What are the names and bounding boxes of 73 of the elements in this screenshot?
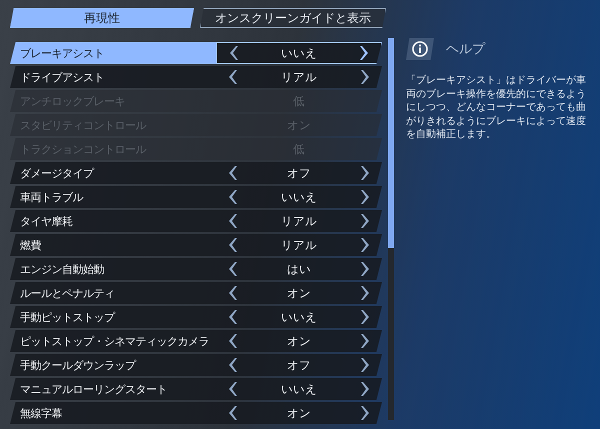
chevron-left-icon[interactable]	[228, 166, 237, 180]
chevron-left-icon[interactable]	[228, 310, 237, 324]
setting-value: リアル	[281, 238, 317, 252]
chevron-left-icon[interactable]	[228, 382, 237, 396]
setting-label: マニュアルローリングスタート	[19, 382, 168, 398]
setting-row[interactable]: 手動クールダウンラップ オフ	[10, 354, 382, 376]
setting-label: 車両トラブル	[19, 190, 84, 206]
setting-label: ダメージタイプ	[19, 166, 96, 182]
chevron-right-icon[interactable]	[360, 46, 369, 60]
setting-value: リアル	[281, 70, 317, 84]
setting-label: タイヤ摩耗	[19, 214, 74, 230]
setting-label: 手動ピットストップ	[19, 310, 116, 326]
chevron-right-icon[interactable]	[361, 358, 370, 372]
chevron-right-icon[interactable]	[361, 406, 370, 420]
setting-label: ルールとペナルティ	[19, 286, 116, 302]
setting-value: オン	[287, 334, 311, 348]
setting-row[interactable]: ブレーキアシスト いいえ	[10, 42, 382, 64]
setting-row[interactable]: ドライブアシスト リアル	[10, 66, 382, 88]
setting-row[interactable]: 燃費 リアル	[10, 234, 382, 256]
setting-row[interactable]: 車両トラブル いいえ	[10, 186, 382, 208]
chevron-left-icon[interactable]	[228, 286, 237, 300]
chevron-right-icon[interactable]	[361, 190, 370, 204]
chevron-right-icon[interactable]	[361, 286, 370, 300]
scrollbar[interactable]	[388, 38, 394, 420]
setting-row[interactable]: エンジン自動始動 はい	[10, 258, 382, 280]
setting-value: オン	[287, 406, 311, 420]
setting-value: リアル	[281, 214, 317, 228]
setting-row[interactable]: 手動ピットストップ いいえ	[10, 306, 382, 328]
tab[interactable]: 再現性	[10, 8, 194, 28]
setting-label: エンジン自動始動	[19, 262, 105, 278]
scrollbar-thumb[interactable]	[388, 38, 394, 248]
help-title: ヘルプ	[446, 41, 485, 58]
setting-value: オン	[287, 286, 311, 300]
chevron-right-icon[interactable]	[361, 262, 370, 276]
setting-value: オフ	[287, 358, 311, 372]
chevron-right-icon[interactable]	[361, 70, 370, 84]
chevron-right-icon[interactable]	[361, 382, 370, 396]
setting-value: いいえ	[281, 190, 317, 204]
setting-row[interactable]: 無線字幕 オン	[10, 402, 382, 424]
setting-label: ドライブアシスト	[19, 70, 105, 86]
chevron-left-icon[interactable]	[228, 358, 237, 372]
setting-row[interactable]: タイヤ摩耗 リアル	[10, 210, 382, 232]
setting-label: ピットストップ・シネマティックカメラ	[19, 334, 210, 350]
chevron-right-icon[interactable]	[361, 214, 370, 228]
setting-row[interactable]: ピットストップ・シネマティックカメラ オン	[10, 330, 382, 352]
chevron-left-icon[interactable]	[228, 334, 237, 348]
chevron-left-icon[interactable]	[228, 406, 237, 420]
chevron-right-icon[interactable]	[361, 238, 370, 252]
setting-label: 無線字幕	[19, 406, 63, 422]
setting-value: はい	[287, 262, 311, 276]
chevron-left-icon[interactable]	[228, 190, 237, 204]
setting-value: いいえ	[281, 382, 317, 396]
info-icon	[412, 41, 428, 57]
setting-row[interactable]: ダメージタイプ オフ	[10, 162, 382, 184]
chevron-left-icon[interactable]	[229, 46, 238, 60]
chevron-left-icon[interactable]	[228, 262, 237, 276]
setting-row[interactable]: マニュアルローリングスタート いいえ	[10, 378, 382, 400]
chevron-right-icon[interactable]	[361, 334, 370, 348]
chevron-left-icon[interactable]	[228, 238, 237, 252]
chevron-left-icon[interactable]	[228, 214, 237, 228]
setting-label: 燃費	[19, 238, 42, 254]
setting-label: ブレーキアシスト	[10, 42, 216, 64]
tab[interactable]: オンスクリーンガイドと表示	[200, 8, 386, 28]
setting-value: いいえ	[281, 310, 317, 324]
setting-value: オフ	[287, 166, 311, 180]
setting-label: 手動クールダウンラップ	[19, 358, 138, 374]
setting-value: いいえ	[281, 46, 317, 60]
info-button[interactable]	[406, 38, 434, 60]
chevron-right-icon[interactable]	[361, 166, 370, 180]
chevron-left-icon[interactable]	[228, 70, 237, 84]
setting-row[interactable]: ルールとペナルティ オン	[10, 282, 382, 304]
chevron-right-icon[interactable]	[361, 310, 370, 324]
help-text: 「ブレーキアシスト」はドライバーが車両のブレーキ操作を優先的にできるようにしつつ、どんなコーナーであっても曲がりきれるようにブレーキによって速度を自動補正します。	[406, 74, 587, 142]
